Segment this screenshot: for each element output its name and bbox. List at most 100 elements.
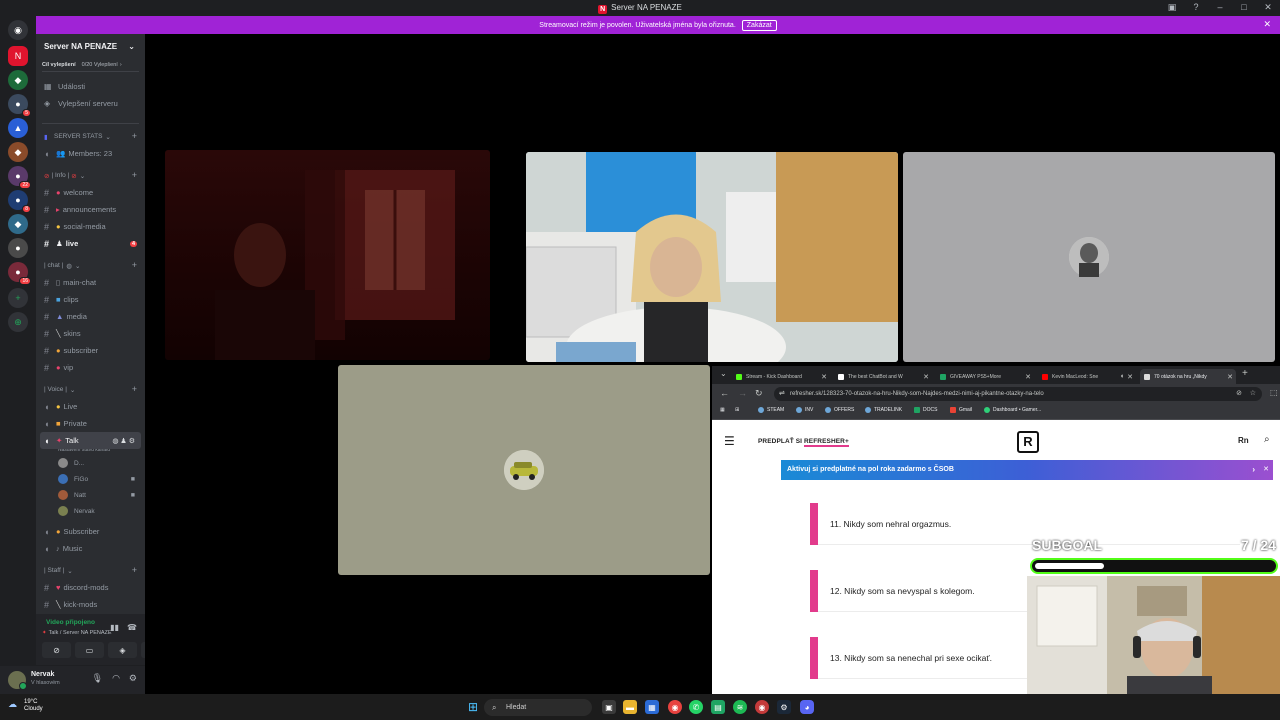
search-icon[interactable]: ⌕ <box>1264 434 1270 445</box>
tab-close-icon[interactable]: ✕ <box>923 373 929 381</box>
apps-grid-icon[interactable]: ⊞ <box>735 407 739 413</box>
promo-close-icon[interactable]: ✕ <box>1263 460 1269 480</box>
activity-button[interactable]: ◈ <box>108 642 137 658</box>
category-voice[interactable]: | Voice | ⌄ + <box>36 381 145 398</box>
voice-user[interactable]: Nervak <box>36 503 145 519</box>
channel-main-chat[interactable]: # ▯ main-chat <box>36 274 145 291</box>
category-staff[interactable]: | Staff | ⌄ + <box>36 562 145 579</box>
tab-audio-icon[interactable]: ◖ <box>1120 373 1124 380</box>
windows-start-icon[interactable]: ⊞ <box>466 700 480 714</box>
user-name[interactable]: Nervak <box>31 671 54 678</box>
user-avatar[interactable] <box>8 671 27 690</box>
banner-close-icon[interactable]: ✕ <box>1263 19 1271 30</box>
disconnect-icon[interactable]: ☎ <box>127 623 137 632</box>
bookmark-item[interactable]: Dashboard • Gamer... <box>984 407 1041 413</box>
browser-tab-active[interactable]: 70 otázok na hru „Nikdy ✕ <box>1140 369 1236 384</box>
bookmark-item[interactable]: DOCS <box>914 407 937 413</box>
discord-home-icon[interactable]: ◉ <box>8 20 28 40</box>
video-tile-avatar-2[interactable] <box>338 365 710 575</box>
bookmark-item[interactable]: OFFERS <box>825 407 854 413</box>
whatsapp-icon[interactable]: ✆ <box>689 700 703 714</box>
help-icon[interactable]: ? <box>1190 2 1202 13</box>
channel-skins[interactable]: # ╲ skins <box>36 325 145 342</box>
voice-channel-subscriber[interactable]: ◖ ● Subscriber <box>36 523 145 540</box>
video-tile-dark-room[interactable] <box>165 150 490 360</box>
voice-user[interactable]: D... <box>36 455 145 471</box>
add-channel-icon[interactable]: + <box>132 170 137 180</box>
channel-vip[interactable]: # ● vip <box>36 359 145 376</box>
browser-tab[interactable]: The best ChatBot and W ✕ <box>834 369 932 384</box>
server-icon-4[interactable]: ▲ <box>8 118 28 138</box>
discord-icon[interactable]: ◕ <box>800 700 814 714</box>
microphone-icon[interactable]: 🎙 <box>92 673 103 684</box>
boost-goal[interactable]: Cíl vylepšení 0/20 Vylepšení › <box>42 58 139 72</box>
sheets-icon[interactable]: ▤ <box>711 700 725 714</box>
disable-streamer-mode-button[interactable]: Zakázat <box>741 19 777 31</box>
channel-kick-mods[interactable]: # ╲ kick-mods <box>36 596 145 613</box>
menu-server-boost[interactable]: ◈ Vylepšení serveru <box>36 95 145 112</box>
channel-subscriber[interactable]: # ● subscriber <box>36 342 145 359</box>
category-chat[interactable]: | chat | ◍ ⌄ + <box>36 257 145 274</box>
add-channel-icon[interactable]: + <box>132 131 137 141</box>
bookmark-item[interactable]: Gmail <box>950 407 972 413</box>
channel-social-media[interactable]: # ● social-media <box>36 218 145 235</box>
subscribe-link[interactable]: PREDPLAŤ SI REFRESHER+ <box>758 438 849 447</box>
server-icon-2[interactable]: ◆ <box>8 70 28 90</box>
server-icon-8[interactable]: ◆ <box>8 214 28 234</box>
screen-share-button[interactable]: ▭ <box>75 642 104 658</box>
voice-channel-private[interactable]: ◖ ■ Private <box>36 415 145 432</box>
server-icon-5[interactable]: ◆ <box>8 142 28 162</box>
menu-events[interactable]: ▦ Události <box>36 78 145 95</box>
forward-button[interactable]: → <box>738 388 747 398</box>
bookmark-star-icon[interactable]: ☆ <box>1250 387 1256 401</box>
browser-tab[interactable]: GIVEAWAY PS5+More ✕ <box>936 369 1034 384</box>
tab-close-icon[interactable]: ✕ <box>1227 373 1233 381</box>
server-icon-7[interactable]: ● 8 <box>8 190 31 213</box>
channel-actions[interactable]: ◍♟⚙ <box>112 437 137 445</box>
voice-channel-live[interactable]: ◖ ● Live <box>36 398 145 415</box>
category-server-stats[interactable]: ▮ SERVER STATS ⌄ + <box>36 128 145 145</box>
add-channel-icon[interactable]: + <box>132 260 137 270</box>
eye-off-icon[interactable]: ⊘ <box>1236 387 1242 401</box>
channel-live[interactable]: # ♟ live 4 <box>36 235 145 252</box>
browser-tab[interactable]: Kevin MacLeod: Sne ◖ ✕ <box>1038 369 1136 384</box>
channel-welcome[interactable]: # ● welcome <box>36 184 145 201</box>
server-icon-3[interactable]: ● 5 <box>8 94 31 117</box>
tab-close-icon[interactable]: ✕ <box>1025 373 1031 381</box>
voice-user[interactable]: Natt ■ <box>36 487 145 503</box>
close-button[interactable]: ✕ <box>1262 2 1274 13</box>
add-channel-icon[interactable]: + <box>132 384 137 394</box>
store-icon[interactable]: ▦ <box>645 700 659 714</box>
voice-channel-path[interactable]: ✦ Talk / Server NA PENAZE <box>42 630 112 636</box>
bookmark-item[interactable]: INV <box>796 407 813 413</box>
server-icon-10[interactable]: ● 16 <box>8 262 31 285</box>
voice-channel-music[interactable]: ◖ ♪ Music <box>36 540 145 557</box>
channel-clips[interactable]: # ■ clips <box>36 291 145 308</box>
back-button[interactable]: ← <box>720 388 729 398</box>
server-icon-6[interactable]: ● 22 <box>8 166 31 189</box>
refresher-logo[interactable]: R <box>1017 431 1039 453</box>
hamburger-menu-icon[interactable]: ☰ <box>724 434 735 448</box>
bookmark-item[interactable]: STEAM <box>758 407 784 413</box>
add-server-icon[interactable]: + <box>8 288 28 308</box>
tab-close-icon[interactable]: ✕ <box>821 373 827 381</box>
server-icon-9[interactable]: ● <box>8 238 28 258</box>
bookmark-item[interactable]: TRADELINK <box>865 407 902 413</box>
browser-tab[interactable]: Stream - Kick Dashboard ✕ <box>732 369 830 384</box>
inbox-icon[interactable]: ▣ <box>1166 2 1178 13</box>
file-explorer-icon[interactable]: ▬ <box>623 700 637 714</box>
promo-banner[interactable]: Aktivuj si predplatné na pol roka zadarm… <box>781 460 1273 480</box>
channel-discord-mods[interactable]: # ♥ discord-mods <box>36 579 145 596</box>
settings-gear-icon[interactable]: ⚙ <box>129 673 137 684</box>
add-channel-icon[interactable]: + <box>132 565 137 575</box>
voice-user[interactable]: FiGo ■ <box>36 471 145 487</box>
voice-connected-status[interactable]: Video připojeno <box>46 619 95 626</box>
chrome-icon[interactable]: ◉ <box>668 700 682 714</box>
headphones-icon[interactable]: ◠ <box>112 673 120 684</box>
channel-members[interactable]: ◖ 👥 Members: 23 <box>36 145 145 162</box>
server-icon-na-penaze[interactable]: N <box>8 46 28 66</box>
address-bar[interactable]: ⇌ refresher.sk/128323-70-otazok-na-hru-N… <box>774 387 1262 401</box>
video-tile-avatar-1[interactable] <box>903 152 1275 362</box>
task-view-icon[interactable]: ▣ <box>602 700 616 714</box>
channel-announcements[interactable]: # ▸ announcements <box>36 201 145 218</box>
